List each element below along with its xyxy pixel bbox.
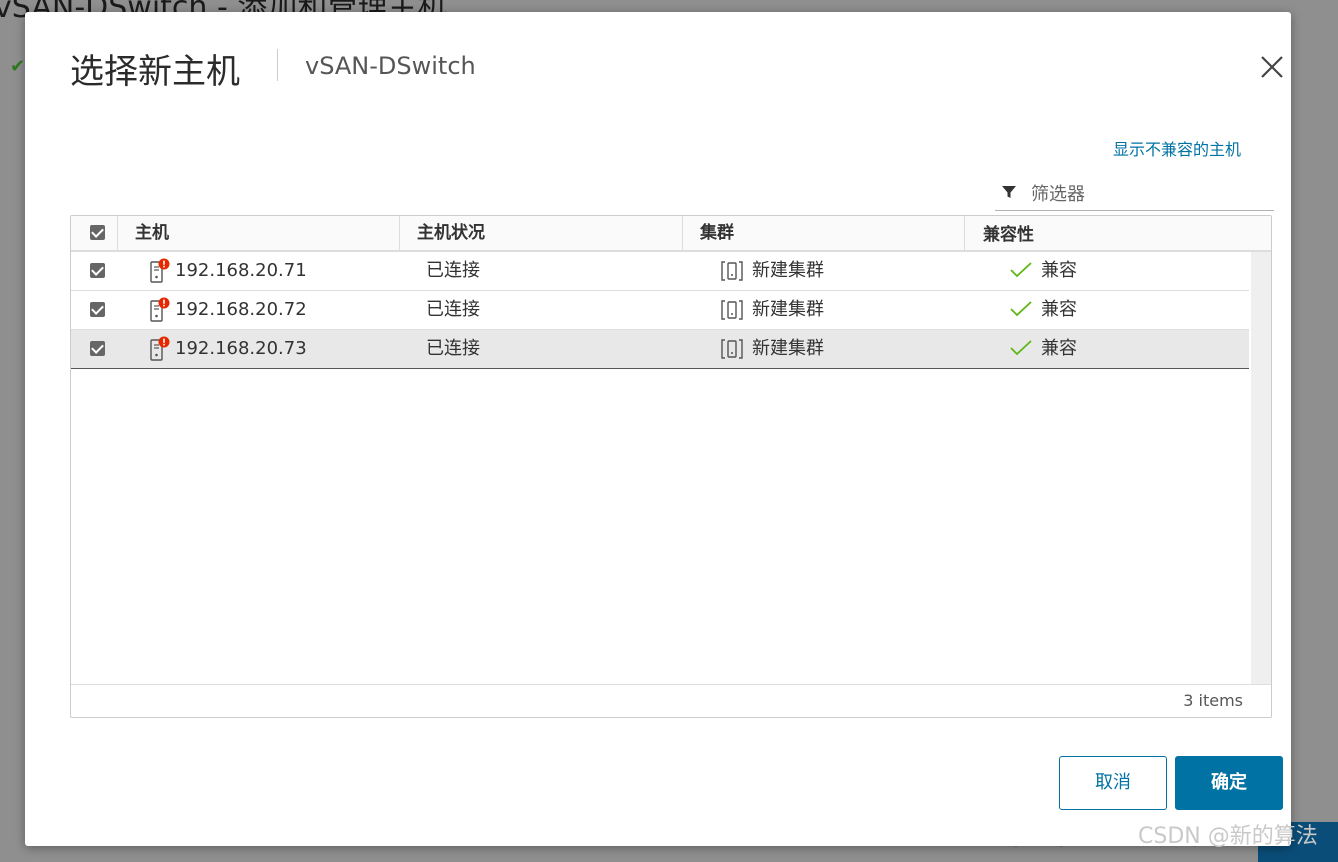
table-row[interactable]: 192.168.20.71 已连接 新建集群 兼容 — [71, 252, 1249, 291]
host-name[interactable]: 192.168.20.71 — [175, 252, 307, 290]
column-separator — [682, 216, 683, 250]
host-alert-icon — [150, 336, 170, 361]
column-header-host[interactable]: 主机 — [135, 216, 169, 250]
filter-box — [995, 178, 1274, 211]
items-count: 3 items — [1183, 691, 1243, 710]
cluster-icon — [721, 261, 743, 281]
compatibility-status: 兼容 — [1041, 299, 1077, 320]
column-header-cluster[interactable]: 集群 — [700, 216, 734, 250]
close-icon[interactable] — [1259, 52, 1285, 82]
cluster-icon — [721, 339, 743, 359]
column-separator — [399, 216, 400, 250]
cluster-name: 新建集群 — [752, 260, 824, 281]
compatibility-status: 兼容 — [1041, 338, 1077, 359]
dialog-title: 选择新主机 — [70, 52, 240, 92]
column-header-host-state[interactable]: 主机状况 — [417, 216, 485, 250]
cluster-icon — [721, 300, 743, 320]
filter-icon — [1002, 186, 1016, 198]
host-alert-icon — [150, 297, 170, 322]
column-separator — [964, 216, 965, 250]
row-checkbox[interactable] — [90, 263, 105, 278]
row-checkbox[interactable] — [90, 341, 105, 356]
cancel-button[interactable]: 取消 — [1059, 756, 1167, 810]
host-name[interactable]: 192.168.20.72 — [175, 291, 307, 329]
title-separator — [277, 49, 278, 81]
grid-header: 主机 主机状况 集群 兼容性 — [71, 216, 1271, 252]
column-header-compatibility[interactable]: 兼容性 — [983, 218, 1034, 252]
check-icon — [1010, 262, 1032, 278]
cluster-name: 新建集群 — [752, 299, 824, 320]
host-alert-icon — [150, 258, 170, 283]
background-check-icon: ✔ — [10, 56, 26, 77]
dialog-subtitle: vSAN-DSwitch — [305, 52, 476, 80]
ok-button[interactable]: 确定 — [1175, 756, 1283, 810]
filter-input[interactable] — [1029, 180, 1263, 208]
compatibility-status: 兼容 — [1041, 260, 1077, 281]
host-state: 已连接 — [426, 260, 480, 281]
show-incompatible-hosts-link[interactable]: 显示不兼容的主机 — [1113, 136, 1241, 160]
cluster-name: 新建集群 — [752, 338, 824, 359]
grid-rows: 192.168.20.71 已连接 新建集群 兼容 192.168.20.72 … — [71, 252, 1249, 369]
table-row[interactable]: 192.168.20.72 已连接 新建集群 兼容 — [71, 291, 1249, 330]
vertical-scrollbar[interactable] — [1251, 252, 1271, 684]
host-state: 已连接 — [426, 299, 480, 320]
check-icon — [1010, 301, 1032, 317]
check-icon — [1010, 340, 1032, 356]
select-all-checkbox[interactable] — [90, 225, 105, 240]
table-row[interactable]: 192.168.20.73 已连接 新建集群 兼容 — [71, 330, 1249, 369]
hosts-datagrid: 主机 主机状况 集群 兼容性 192.168.20.71 已连接 新建集群 兼容… — [70, 215, 1272, 718]
host-state: 已连接 — [426, 338, 480, 359]
row-checkbox[interactable] — [90, 302, 105, 317]
watermark: CSDN @新的算法 — [1138, 824, 1318, 849]
grid-footer: 3 items — [71, 684, 1271, 718]
column-separator — [117, 216, 118, 250]
host-name[interactable]: 192.168.20.73 — [175, 330, 307, 368]
select-new-hosts-dialog: 选择新主机 vSAN-DSwitch 显示不兼容的主机 主机 主机状况 集群 兼… — [25, 12, 1291, 846]
